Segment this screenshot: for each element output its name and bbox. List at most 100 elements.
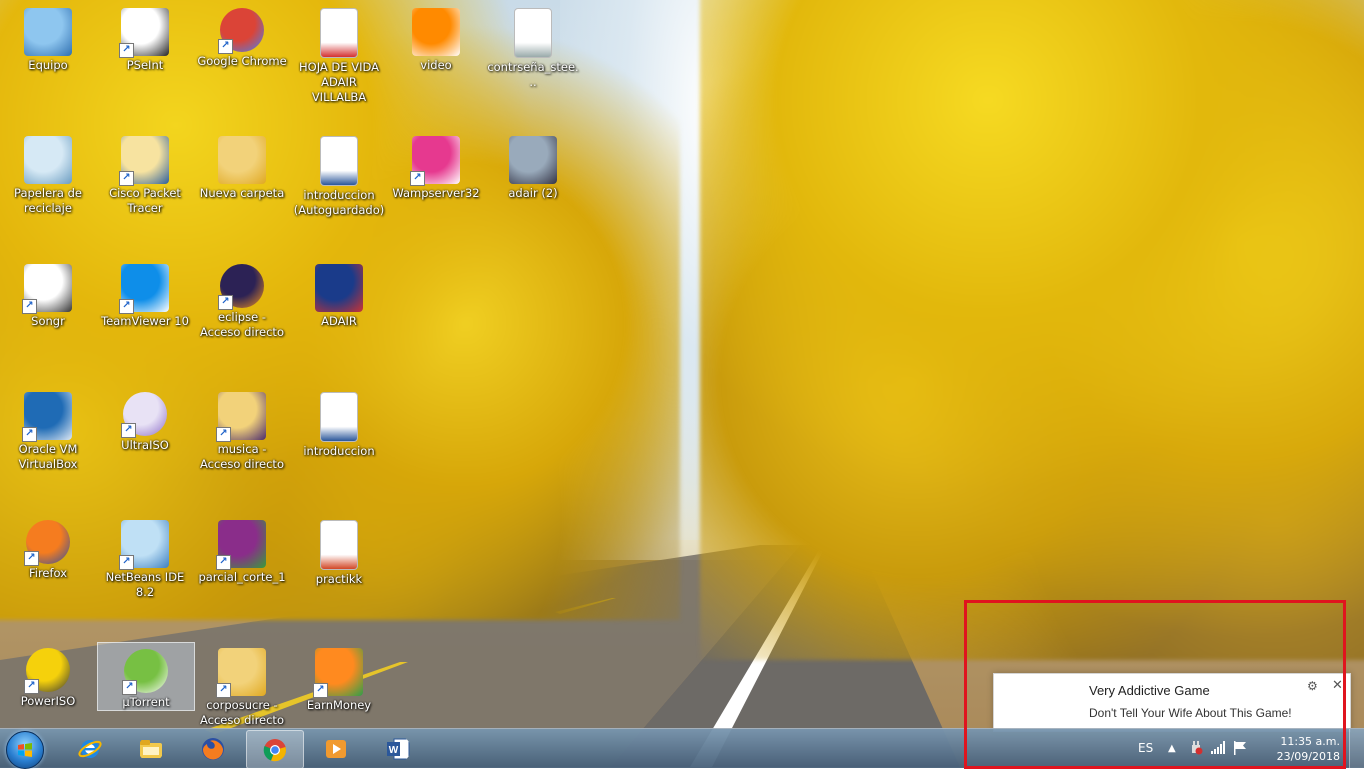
shortcut-arrow-icon: ↗ [216,555,231,570]
desktop-icon-label: practikk [315,572,363,586]
desktop-icon-eclipse-acceso-directo[interactable]: ↗ eclipse - Acceso directo [194,258,290,340]
shortcut-arrow-icon: ↗ [119,171,134,186]
file-explorer-icon [140,740,162,758]
desktop-icon-label: introduccion (Autoguardado) [293,188,385,217]
notification-body: Don't Tell Your Wife About This Game! [1089,706,1292,720]
desktop-icon-torrent[interactable]: ↗ µTorrent [97,642,195,711]
computer-icon [24,8,72,56]
desktop-icon-corposucre-acceso-directo[interactable]: ↗ corposucre - Acceso directo [194,642,290,728]
desktop-icon-label: ADAIR [321,314,357,328]
desktop-icon-label: adair (2) [508,186,558,200]
desktop-icon-oracle-vm-virtualbox[interactable]: ↗ Oracle VM VirtualBox [0,386,96,472]
desktop-icon-introduccion-autoguardado[interactable]: introduccion (Autoguardado) [291,130,387,218]
desktop-icon-label: parcial_corte_1 [198,570,286,584]
desktop-icon-area: Equipo ↗ PSeInt ↗ Google Chrome HOJA DE VIDA … [0,0,1364,728]
desktop-icon-cisco-packet-tracer[interactable]: ↗ Cisco Packet Tracer [97,130,193,216]
shortcut-arrow-icon: ↗ [24,679,39,694]
desktop-icon-label: Wampserver32 [392,186,480,200]
desktop-icon-label: NetBeans IDE 8.2 [105,570,185,599]
shortcut-arrow-icon: ↗ [218,295,233,310]
desktop-icon-label: µTorrent [122,695,170,709]
network-signal-icon[interactable] [1210,740,1226,756]
clock-time: 11:35 a.m. [1280,735,1340,748]
desktop-icon-wampserver32[interactable]: ↗ Wampserver32 [388,130,484,201]
desktop-icon-parcial-corte-1[interactable]: ↗ parcial_corte_1 [194,514,290,585]
show-hidden-icons-icon[interactable]: ▲ [1168,743,1176,754]
desktop-icon-google-chrome[interactable]: ↗ Google Chrome [194,2,290,69]
desktop-icon-video[interactable]: video [388,2,484,73]
show-desktop-button[interactable] [1349,729,1364,768]
desktop-icon-pseint[interactable]: ↗ PSeInt [97,2,193,73]
desktop-icon-teamviewer-10[interactable]: ↗ TeamViewer 10 [97,258,193,329]
utorrent-icon: ↗ [122,649,168,695]
desktop-icon-earnmoney[interactable]: ↗ EarnMoney [291,642,387,713]
desktop-icon-contrse-a-stee[interactable]: contrseña_stee... [485,2,581,90]
desktop-icon-netbeans-ide-8-2[interactable]: ↗ NetBeans IDE 8.2 [97,514,193,600]
taskbar-internet-explorer[interactable] [62,730,118,767]
desktop-icon-ultraiso[interactable]: ↗ UltraISO [97,386,193,453]
music-folder-icon: ↗ [216,392,266,442]
desktop-icon-label: PSeInt [126,58,164,72]
desktop-icon-hoja-de-vida-adair-villalba[interactable]: HOJA DE VIDA ADAIR VILLALBA [291,2,387,105]
shortcut-arrow-icon: ↗ [24,551,39,566]
action-center-flag-icon[interactable] [1232,740,1248,756]
firefox-icon: ↗ [24,520,70,566]
desktop-icon-introduccion[interactable]: introduccion [291,386,387,459]
desktop-icon-equipo[interactable]: Equipo [0,2,96,73]
shortcut-arrow-icon: ↗ [218,39,233,54]
notification-close-icon[interactable]: ✕ [1332,678,1343,693]
clock-date: 23/09/2018 [1276,750,1340,763]
desktop-icon-label: EarnMoney [306,698,372,712]
netbeans-icon: ↗ [119,520,169,570]
chrome-icon [263,739,286,762]
taskbar-media-player[interactable] [308,730,364,767]
taskbar-firefox[interactable] [185,730,241,767]
desktop-icon-adair[interactable]: ADAIR [291,258,387,329]
winrar-archive-icon: ↗ [216,520,266,570]
desktop-icon-label: introduccion [303,444,375,458]
shortcut-arrow-icon: ↗ [22,299,37,314]
desktop-icon-adair-2[interactable]: adair (2) [485,130,581,201]
clock[interactable]: 11:35 a.m. 23/09/2018 [1277,734,1340,764]
taskbar-word[interactable]: W [370,730,426,767]
shortcut-arrow-icon: ↗ [22,427,37,442]
desktop-icon-practikk[interactable]: practikk [291,514,387,587]
taskbar-chrome[interactable] [246,730,304,769]
word-document-icon [320,392,358,442]
shortcut-arrow-icon: ↗ [216,427,231,442]
notification-settings-icon[interactable]: ⚙ [1307,679,1318,693]
power-plug-icon[interactable] [1188,740,1204,756]
chrome-icon: ↗ [218,8,264,54]
desktop-icon-papelera-de-reciclaje[interactable]: Papelera de reciclaje [0,130,96,216]
desktop-icon-label: HOJA DE VIDA ADAIR VILLALBA [299,60,379,104]
desktop-icon-songr[interactable]: ↗ Songr [0,258,96,329]
desktop-icon-nueva-carpeta[interactable]: Nueva carpeta [194,130,290,201]
teamviewer-icon: ↗ [119,264,169,314]
notification-toast[interactable]: Very Addictive Game Don't Tell Your Wife… [993,673,1351,732]
desktop-icon-musica-acceso-directo[interactable]: ↗ musica - Acceso directo [194,386,290,472]
windows-start-icon[interactable] [6,731,44,769]
eclipse-icon: ↗ [218,264,264,310]
notification-title: Very Addictive Game [1089,683,1210,698]
shortcut-arrow-icon: ↗ [410,171,425,186]
desktop-icon-label: Nueva carpeta [199,186,285,200]
svg-text:W: W [389,745,399,756]
vlc-cone-icon [412,8,460,56]
desktop-icon-firefox[interactable]: ↗ Firefox [0,514,96,581]
desktop-icon-poweriso[interactable]: ↗ PowerISO [0,642,96,709]
language-indicator[interactable]: ES [1138,741,1153,755]
desktop-icon-label: Cisco Packet Tracer [109,186,181,215]
shortcut-arrow-icon: ↗ [216,683,231,698]
virtualbox-icon: ↗ [22,392,72,442]
word-icon: W [387,738,410,760]
desktop-icon-label: eclipse - Acceso directo [200,310,284,339]
disc-icon: ↗ [121,392,167,438]
folder-icon: ↗ [216,648,266,698]
desktop-icon-label: TeamViewer 10 [101,314,189,328]
pseint-icon: ↗ [119,8,169,58]
taskbar-file-explorer[interactable] [123,730,179,767]
text-file-icon [514,8,552,58]
desktop-icon-label: Equipo [28,58,68,72]
taskbar: W ES ▲ 11:35 a.m. 23/09/2018 [0,728,1364,769]
wampserver-icon: ↗ [410,136,460,186]
